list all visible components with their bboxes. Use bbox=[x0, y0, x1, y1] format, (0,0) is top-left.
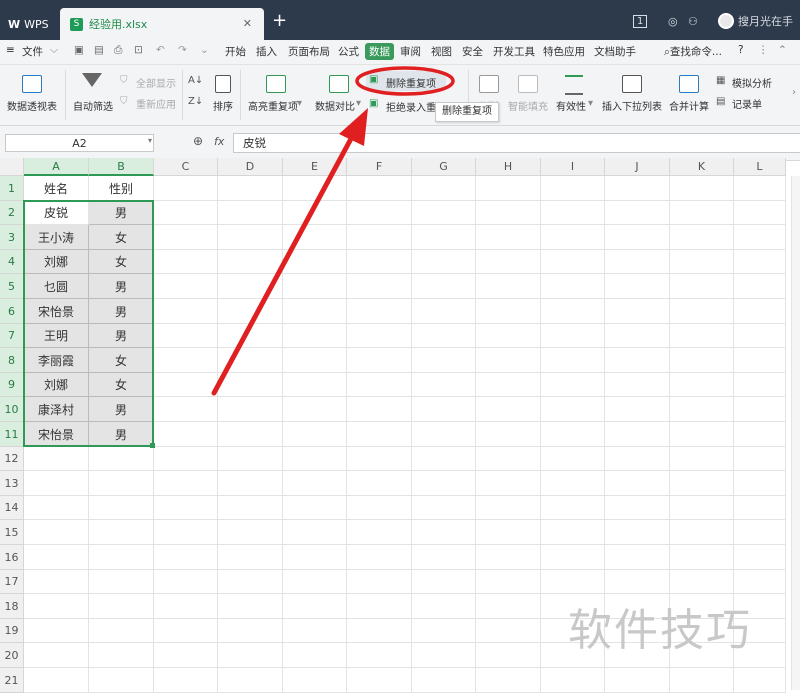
annotation-overlay bbox=[211, 66, 455, 396]
watermark: 软件技巧 bbox=[568, 605, 752, 656]
annotation-arrowhead bbox=[339, 108, 368, 146]
annotation-ellipse bbox=[355, 66, 455, 96]
annotation-arrow bbox=[211, 132, 356, 396]
